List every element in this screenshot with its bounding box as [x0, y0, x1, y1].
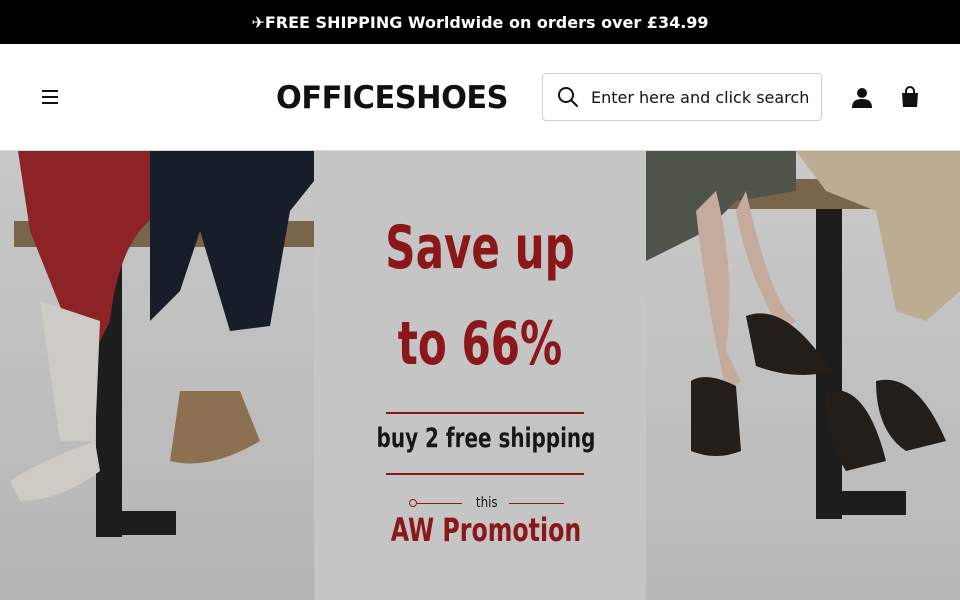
hero-image-left	[0, 151, 314, 600]
divider-bottom	[386, 473, 584, 475]
announcement-text: ✈FREE SHIPPING Worldwide on orders over …	[251, 12, 709, 32]
shopping-bag-icon[interactable]	[898, 85, 922, 109]
search-box[interactable]	[542, 73, 822, 121]
hero-banner[interactable]: Save up to 66% buy 2 free shipping this …	[0, 151, 960, 600]
site-header: OFFICESHOES	[0, 44, 960, 151]
promo-headline-line1: Save up	[385, 213, 575, 283]
promo-title: AW Promotion	[390, 511, 582, 549]
search-input[interactable]	[591, 87, 821, 107]
seated-legs-illustration-right	[646, 151, 960, 519]
pin-icon	[409, 499, 417, 507]
promo-subline: buy 2 free shipping	[376, 423, 596, 454]
promo-small-label: this	[475, 495, 498, 511]
pin-line-right	[509, 503, 564, 504]
divider-top	[386, 412, 584, 414]
search-icon[interactable]	[557, 86, 579, 108]
seated-legs-illustration-left	[10, 151, 314, 537]
promo-headline-line2: to 66%	[397, 309, 563, 379]
promo-panel: Save up to 66% buy 2 free shipping this …	[314, 151, 646, 600]
user-icon[interactable]	[850, 86, 874, 110]
site-logo[interactable]: OFFICESHOES	[276, 78, 521, 118]
pin-line-left	[417, 503, 462, 504]
hamburger-menu-icon[interactable]	[38, 86, 62, 108]
announcement-bar: ✈FREE SHIPPING Worldwide on orders over …	[0, 0, 960, 44]
hero-image-right	[646, 151, 960, 600]
